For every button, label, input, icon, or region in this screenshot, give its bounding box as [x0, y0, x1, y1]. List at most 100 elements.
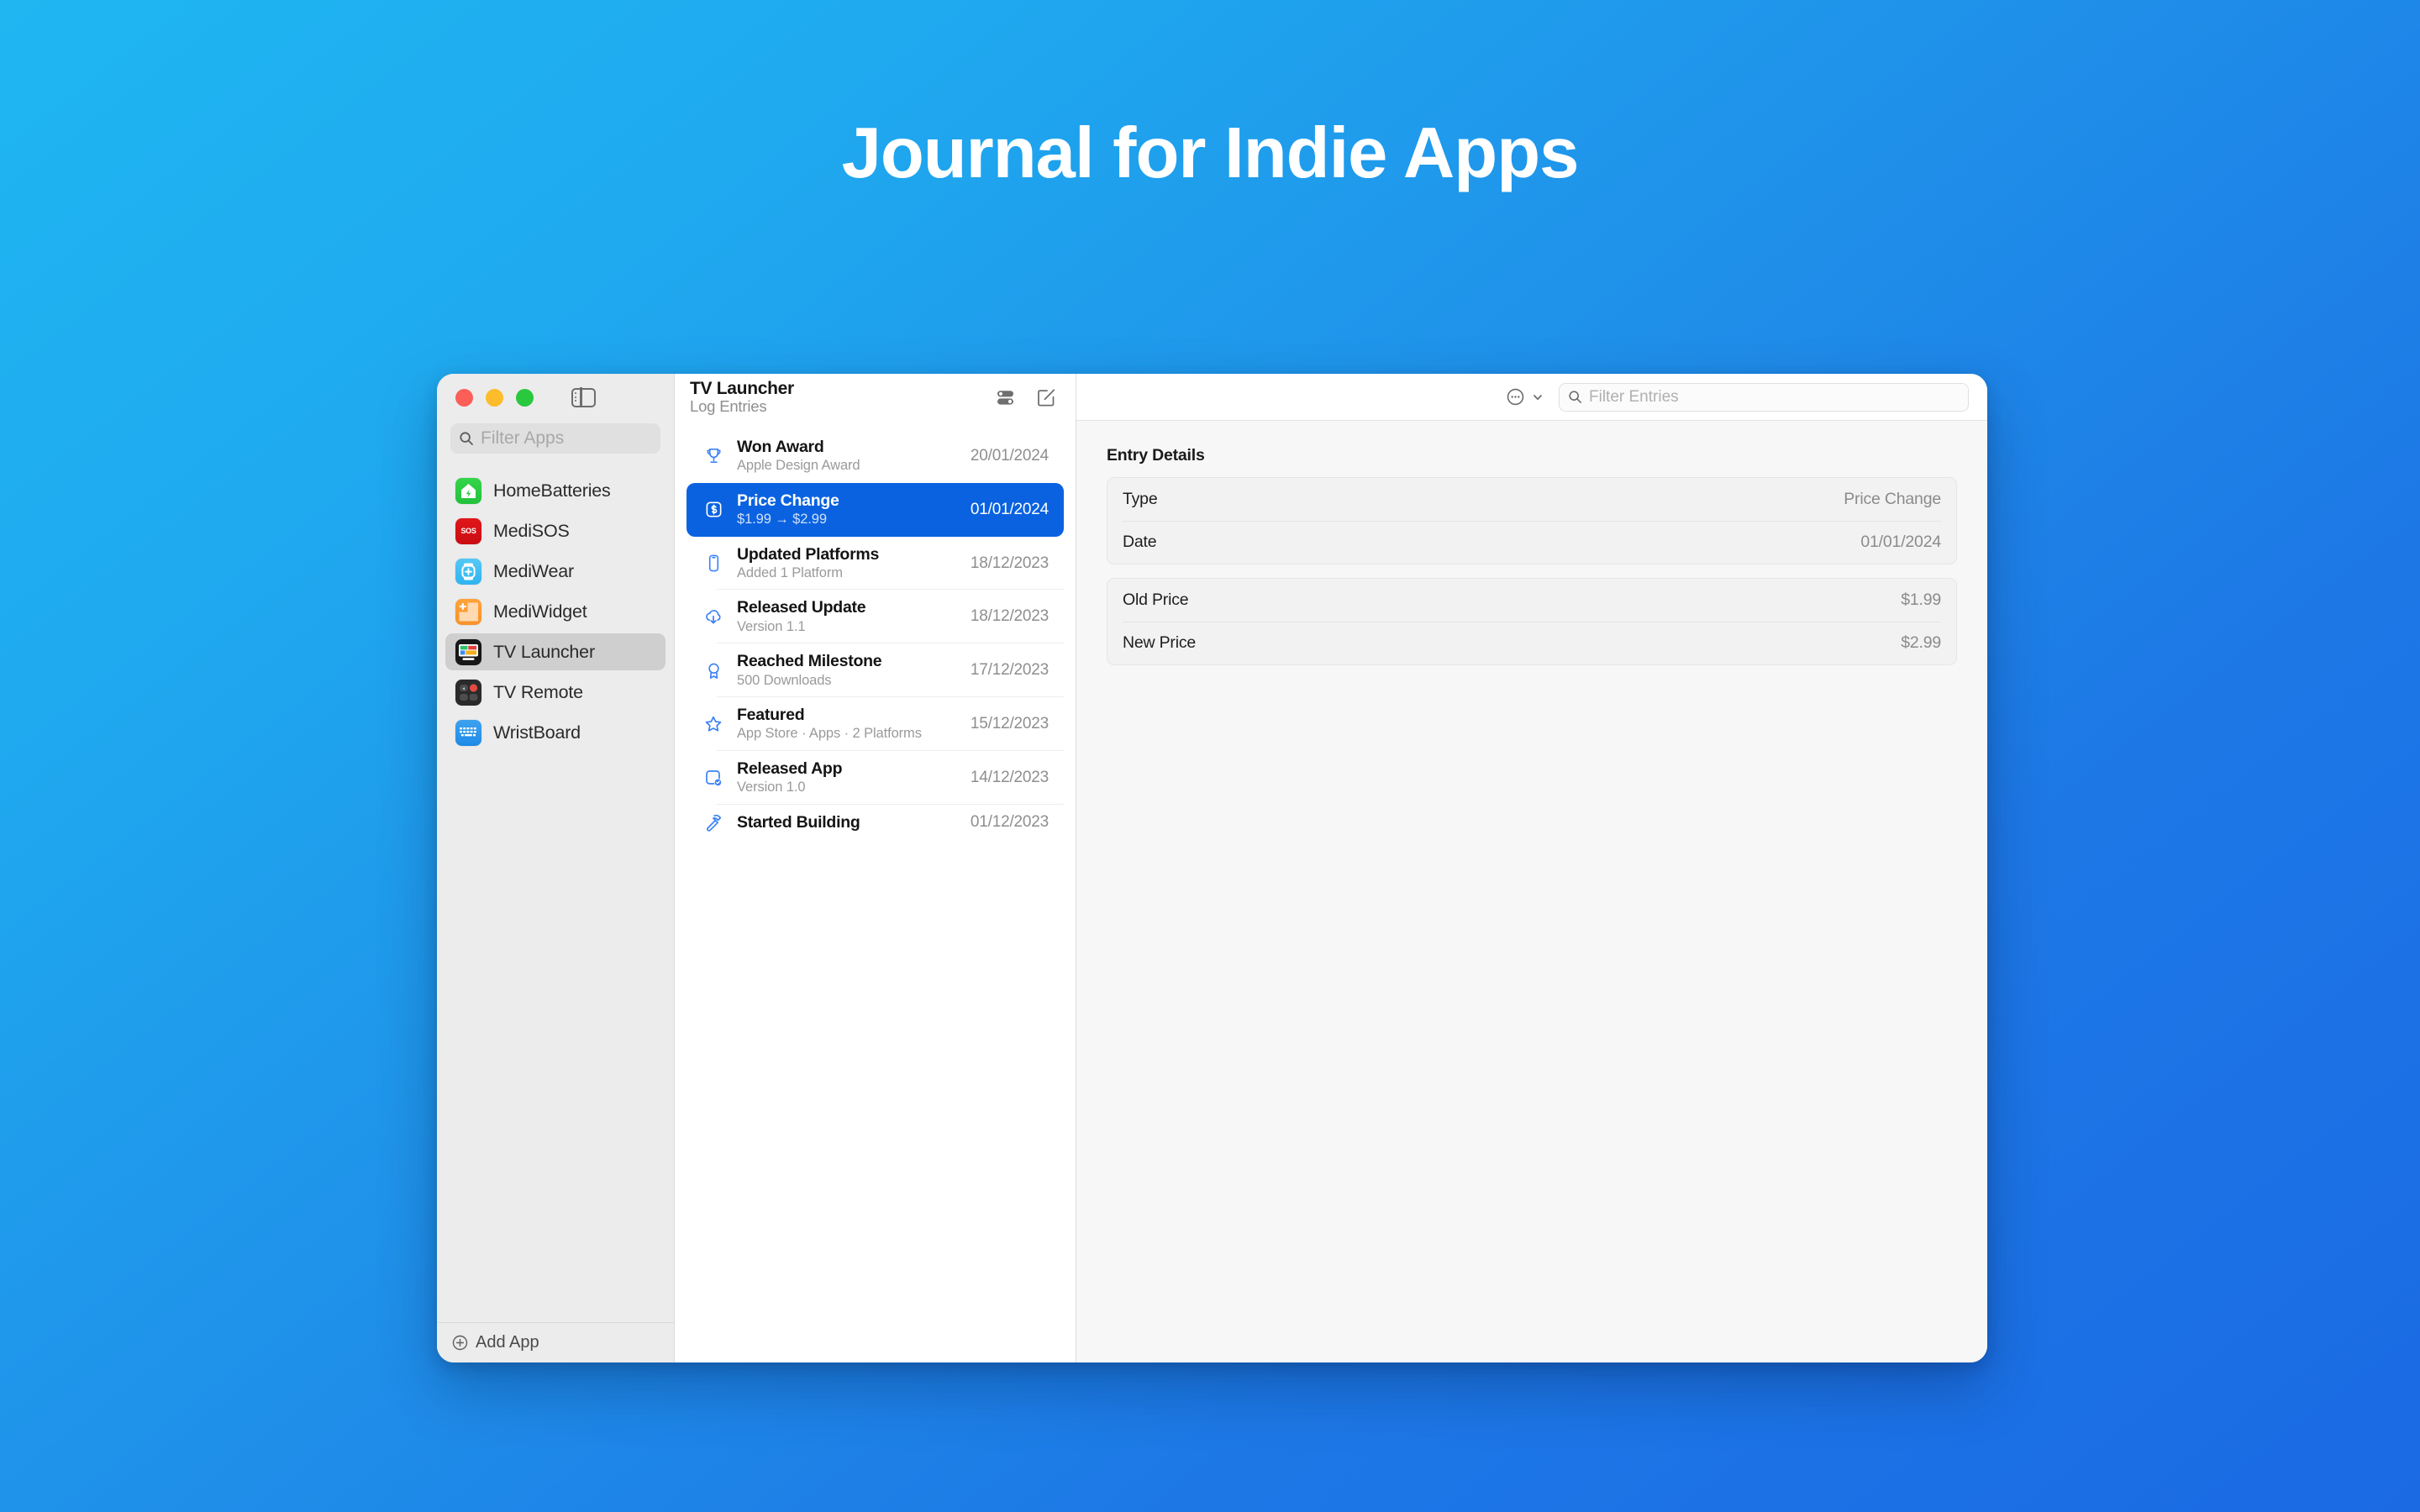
list-item-title: Featured	[737, 705, 959, 725]
phone-icon	[702, 554, 725, 573]
list-item[interactable]: Started Building 01/12/2023	[687, 805, 1064, 840]
list-item[interactable]: Updated Platforms Added 1 Platform 18/12…	[687, 537, 1064, 591]
list-item[interactable]: Released Update Version 1.1 18/12/2023	[687, 590, 1064, 643]
sidebar: HomeBatteries SOS MediSOS MediWear	[437, 374, 675, 1362]
list-item[interactable]: Price Change $1.99 → $2.99 01/01/2024	[687, 483, 1064, 537]
sidebar-item-label: MediSOS	[493, 521, 570, 542]
list-item-date: 01/01/2024	[971, 501, 1049, 519]
detail-row-value: $1.99	[1901, 591, 1941, 610]
trophy-icon	[702, 446, 725, 465]
list-item-texts: Reached Milestone 500 Downloads	[737, 651, 959, 690]
detail-card-prices: Old Price $1.99 New Price $2.99	[1107, 578, 1957, 665]
app-icon-wristboard	[455, 720, 481, 746]
sidebar-item-medisos[interactable]: SOS MediSOS	[445, 512, 666, 549]
page-title: Journal for Indie Apps	[0, 118, 2420, 189]
list-item-subtitle: Version 1.0	[737, 779, 959, 796]
detail-row-value: 01/01/2024	[1860, 533, 1941, 552]
sidebar-toggle-icon[interactable]	[571, 388, 596, 407]
list-item-texts: Price Change $1.99 → $2.99	[737, 491, 959, 529]
sidebar-item-label: TV Remote	[493, 682, 583, 703]
toggles-icon[interactable]	[995, 386, 1017, 408]
sidebar-item-label: MediWidget	[493, 601, 587, 622]
search-icon	[1568, 390, 1582, 404]
list-item-date: 18/12/2023	[971, 607, 1049, 626]
detail-row-value: $2.99	[1901, 633, 1941, 653]
app-icon-tvremote	[455, 680, 481, 706]
list-item-texts: Updated Platforms Added 1 Platform	[737, 544, 959, 583]
window-titlebar	[437, 374, 674, 421]
filter-apps-field[interactable]	[450, 423, 660, 454]
list-item-texts: Started Building	[737, 812, 959, 832]
filter-apps-wrap	[437, 421, 674, 454]
list-item-subtitle: 500 Downloads	[737, 672, 959, 690]
list-item-date: 17/12/2023	[971, 661, 1049, 680]
rosette-icon	[702, 661, 725, 680]
filter-apps-input[interactable]	[481, 428, 652, 449]
compose-icon[interactable]	[1035, 386, 1057, 408]
detail-row-date: Date 01/01/2024	[1107, 521, 1956, 564]
list-item-title: Started Building	[737, 812, 959, 832]
list-item-subtitle: $1.99 → $2.99	[737, 511, 959, 528]
detail-row-key: Old Price	[1123, 591, 1188, 610]
app-icon-medisos: SOS	[455, 518, 481, 544]
entry-list-column: TV Launcher Log Entries	[675, 374, 1076, 1362]
list-item[interactable]: Featured App Store · Apps · 2 Platforms …	[687, 697, 1064, 751]
hammer-icon	[702, 812, 725, 832]
sidebar-item-tvremote[interactable]: TV Remote	[445, 674, 666, 711]
detail-card-primary: Type Price Change Date 01/01/2024	[1107, 477, 1957, 564]
list-item-texts: Released App Version 1.0	[737, 759, 959, 797]
sidebar-item-tvlauncher[interactable]: TV Launcher	[445, 633, 666, 670]
list-item-subtitle: App Store · Apps · 2 Platforms	[737, 725, 959, 743]
list-item-texts: Featured App Store · Apps · 2 Platforms	[737, 705, 959, 743]
more-menu-button[interactable]	[1505, 386, 1544, 407]
sidebar-item-label: TV Launcher	[493, 642, 595, 663]
list-item[interactable]: Reached Milestone 500 Downloads 17/12/20…	[687, 643, 1064, 697]
detail-row-value: Price Change	[1844, 490, 1941, 509]
list-item-date: 14/12/2023	[971, 769, 1049, 787]
entry-list-title: TV Launcher	[690, 379, 794, 399]
list-item-title: Reached Milestone	[737, 651, 959, 671]
entry-list-subtitle: Log Entries	[690, 398, 794, 416]
list-item-title: Won Award	[737, 437, 959, 457]
dollar-square-icon	[702, 500, 725, 519]
filter-entries-input[interactable]	[1589, 388, 1960, 407]
zoom-button[interactable]	[516, 389, 534, 407]
detail-toolbar	[1076, 374, 1987, 421]
cloud-download-icon	[702, 606, 725, 627]
entry-list-titles: TV Launcher Log Entries	[690, 379, 794, 416]
detail-column: Entry Details Type Price Change Date 01/…	[1076, 374, 1987, 1362]
detail-row-key: New Price	[1123, 633, 1196, 653]
app-icon-tvlauncher	[455, 639, 481, 665]
filter-entries-field[interactable]	[1559, 383, 1969, 412]
ellipsis-circle-icon	[1505, 386, 1526, 407]
sidebar-item-label: WristBoard	[493, 722, 581, 743]
add-app-label: Add App	[476, 1333, 539, 1352]
chevron-down-icon	[1532, 391, 1544, 403]
list-item-title: Released App	[737, 759, 959, 779]
detail-body: Entry Details Type Price Change Date 01/…	[1076, 421, 1987, 704]
detail-row-old-price: Old Price $1.99	[1107, 579, 1956, 622]
list-item-title: Price Change	[737, 491, 959, 511]
sidebar-item-mediwidget[interactable]: MediWidget	[445, 593, 666, 630]
app-icon-homebatteries	[455, 478, 481, 504]
list-item[interactable]: Released App Version 1.0 14/12/2023	[687, 751, 1064, 805]
star-icon	[702, 714, 725, 734]
list-item-date: 18/12/2023	[971, 554, 1049, 573]
close-button[interactable]	[455, 389, 473, 407]
app-icon-mediwidget	[455, 599, 481, 625]
detail-row-new-price: New Price $2.99	[1107, 622, 1956, 664]
sidebar-item-homebatteries[interactable]: HomeBatteries	[445, 472, 666, 509]
add-app-button[interactable]: Add App	[437, 1322, 674, 1362]
sidebar-item-wristboard[interactable]: WristBoard	[445, 714, 666, 751]
sidebar-item-mediwear[interactable]: MediWear	[445, 553, 666, 590]
minimize-button[interactable]	[486, 389, 503, 407]
list-item[interactable]: Won Award Apple Design Award 20/01/2024	[687, 429, 1064, 483]
entry-details-heading: Entry Details	[1107, 446, 1957, 465]
list-item-texts: Won Award Apple Design Award	[737, 437, 959, 475]
list-item-subtitle: Version 1.1	[737, 618, 959, 636]
app-window: HomeBatteries SOS MediSOS MediWear	[437, 374, 1987, 1362]
entry-list-header: TV Launcher Log Entries	[675, 374, 1076, 421]
list-item-subtitle: Apple Design Award	[737, 457, 959, 475]
entry-list-tools	[995, 386, 1057, 408]
app-check-icon	[702, 768, 725, 788]
